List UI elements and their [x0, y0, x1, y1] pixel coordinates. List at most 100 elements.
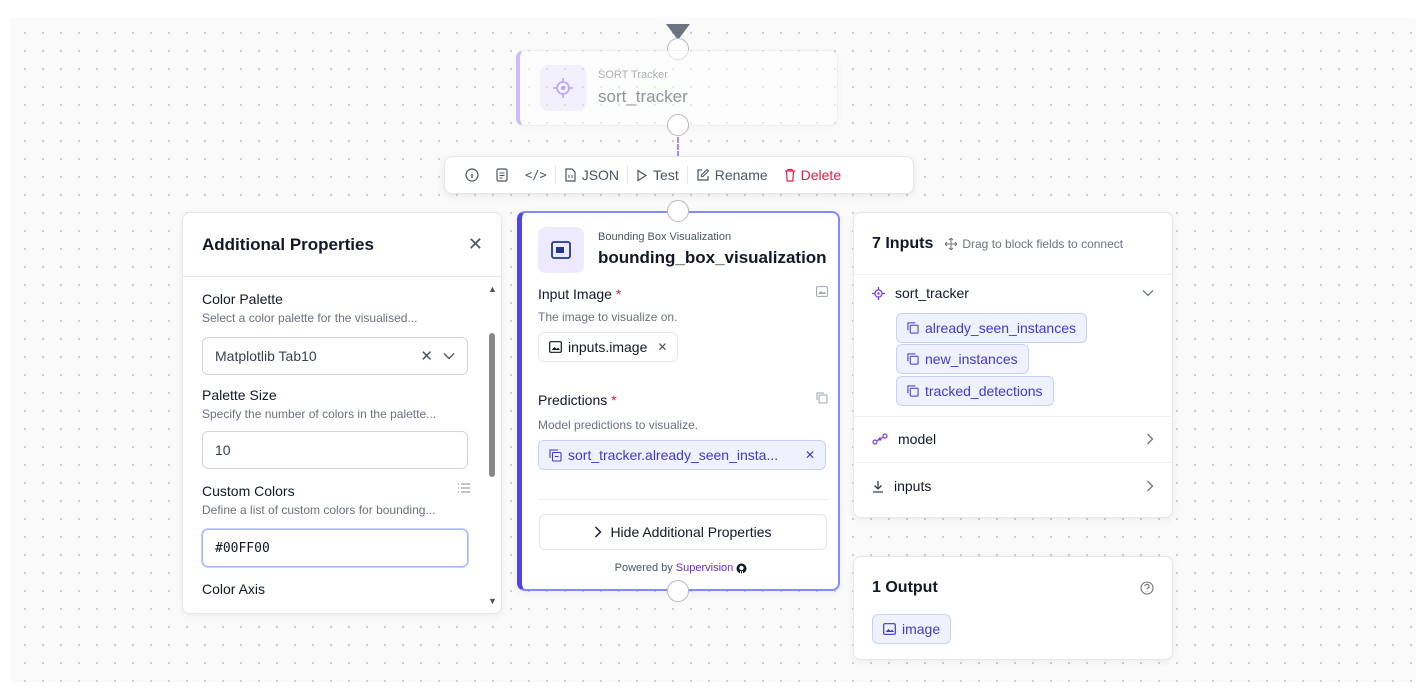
additional-properties-panel: Additional Properties ✕ Color Palette Se…	[182, 212, 502, 614]
delete-label: Delete	[800, 167, 842, 183]
image-icon	[549, 341, 562, 353]
palette-size-value: 10	[215, 442, 231, 458]
node-type-label: SORT Tracker	[598, 69, 668, 81]
color-palette-value: Matplotlib Tab10	[215, 348, 317, 364]
delete-button[interactable]: Delete	[776, 167, 849, 183]
rename-label: Rename	[714, 167, 768, 183]
crosshair-icon	[872, 286, 885, 300]
model-icon	[872, 433, 888, 445]
divider	[854, 274, 1172, 275]
help-icon[interactable]	[1140, 581, 1154, 595]
palette-size-label: Palette Size	[202, 387, 277, 403]
predictions-label: Predictions *	[538, 392, 617, 408]
outputs-panel: 1 Output image	[853, 556, 1173, 660]
chevron-right-icon[interactable]	[1146, 433, 1154, 445]
code-button[interactable]: </>	[517, 168, 555, 182]
field-chip-label: already_seen_instances	[925, 320, 1076, 336]
drag-hint-text: Drag to block fields to connect	[962, 237, 1124, 251]
predictions-value: sort_tracker.already_seen_insta...	[568, 447, 779, 463]
crosshair-icon	[540, 65, 586, 111]
output-chip-image[interactable]: image	[872, 614, 952, 644]
detections-icon	[816, 392, 828, 404]
bounding-box-visualization-node[interactable]: Bounding Box Visualization bounding_box_…	[517, 211, 840, 591]
image-icon	[883, 623, 896, 635]
hide-additional-properties-button[interactable]: Hide Additional Properties	[539, 514, 827, 550]
inputs-panel: 7 Inputs Drag to block fields to connect…	[853, 212, 1173, 518]
divider	[854, 416, 1172, 417]
input-image-label: Input Image *	[538, 286, 622, 302]
chevron-down-icon[interactable]	[1142, 289, 1154, 297]
move-icon	[945, 238, 958, 250]
trash-icon	[784, 168, 795, 182]
inputs-title: 7 Inputs	[872, 235, 934, 252]
field-chip-new-instances[interactable]: new_instances	[896, 344, 1029, 374]
output-chip-label: image	[902, 621, 941, 637]
predictions-chip[interactable]: sort_tracker.already_seen_insta... ✕	[538, 440, 826, 470]
panel-scrollbar[interactable]	[489, 333, 495, 477]
github-icon[interactable]	[736, 563, 747, 574]
code-icon: </>	[525, 168, 547, 182]
main-node-input-handle[interactable]	[667, 200, 689, 222]
palette-size-description: Specify the number of colors in the pale…	[202, 407, 437, 421]
play-icon	[637, 168, 648, 182]
input-image-chip[interactable]: inputs.image ✕	[538, 332, 679, 362]
chevron-down-icon[interactable]	[443, 352, 455, 360]
input-group-inputs[interactable]: inputs	[872, 478, 1154, 494]
test-label: Test	[653, 167, 679, 183]
info-icon	[465, 168, 479, 182]
detections-icon	[907, 322, 919, 334]
close-icon[interactable]: ✕	[468, 234, 483, 255]
node-name: bounding_box_visualization	[598, 248, 827, 267]
test-button[interactable]: Test	[628, 167, 687, 183]
color-palette-description: Select a color palette for the visualise…	[202, 311, 418, 325]
bounding-box-icon	[538, 227, 584, 273]
field-chip-label: tracked_detections	[925, 383, 1043, 399]
detections-icon	[549, 448, 562, 462]
field-chip-tracked-detections[interactable]: tracked_detections	[896, 376, 1054, 406]
palette-size-input[interactable]: 10	[202, 431, 468, 469]
divider	[538, 499, 828, 500]
panel-title: Additional Properties	[202, 234, 374, 254]
custom-colors-value: #00FF00	[215, 540, 270, 556]
node-name: sort_tracker	[598, 87, 688, 106]
remove-icon[interactable]: ✕	[657, 340, 667, 354]
custom-colors-label: Custom Colors	[202, 483, 295, 499]
powered-by-footer: Powered by Supervision	[522, 562, 840, 574]
info-button[interactable]	[457, 168, 487, 182]
file-json-icon	[565, 168, 576, 182]
rename-button[interactable]: Rename	[688, 167, 776, 183]
edge-line	[677, 137, 679, 157]
group-name: sort_tracker	[895, 285, 969, 301]
docs-button[interactable]	[487, 168, 517, 182]
top-node-output-handle[interactable]	[667, 114, 689, 136]
color-palette-select[interactable]: Matplotlib Tab10 ✕	[202, 337, 468, 375]
field-chip-already-seen-instances[interactable]: already_seen_instances	[896, 313, 1087, 343]
remove-icon[interactable]: ✕	[805, 448, 815, 462]
node-type-label: Bounding Box Visualization	[598, 231, 732, 243]
drag-hint: Drag to block fields to connect	[945, 237, 1123, 251]
download-icon	[873, 480, 883, 493]
field-chip-label: new_instances	[925, 351, 1018, 367]
divider	[854, 462, 1172, 463]
main-node-output-handle[interactable]	[667, 580, 689, 602]
outputs-title: 1 Output	[872, 579, 938, 596]
supervision-link[interactable]: Supervision	[676, 562, 733, 574]
group-name: model	[898, 431, 937, 447]
color-palette-label: Color Palette	[202, 291, 283, 307]
node-toolbar: </> JSON Test Rename Delete	[444, 156, 914, 194]
input-image-description: The image to visualize on.	[538, 310, 678, 324]
panel-body: Color Palette Select a color palette for…	[202, 291, 470, 601]
predictions-description: Model predictions to visualize.	[538, 418, 699, 432]
json-button[interactable]: JSON	[556, 167, 627, 183]
scroll-up-icon[interactable]: ▲	[488, 284, 497, 294]
input-group-sort-tracker[interactable]: sort_tracker	[872, 285, 1154, 301]
input-group-model[interactable]: model	[872, 431, 1154, 447]
json-label: JSON	[581, 167, 620, 183]
list-icon[interactable]	[458, 483, 470, 493]
input-image-header: Input Image *	[538, 286, 828, 302]
chevron-right-icon[interactable]	[1146, 480, 1154, 492]
scroll-down-icon[interactable]: ▼	[488, 596, 497, 606]
custom-colors-input[interactable]: #00FF00	[202, 529, 468, 567]
clear-icon[interactable]: ✕	[420, 347, 433, 365]
powered-by-label: Powered by	[614, 562, 673, 574]
